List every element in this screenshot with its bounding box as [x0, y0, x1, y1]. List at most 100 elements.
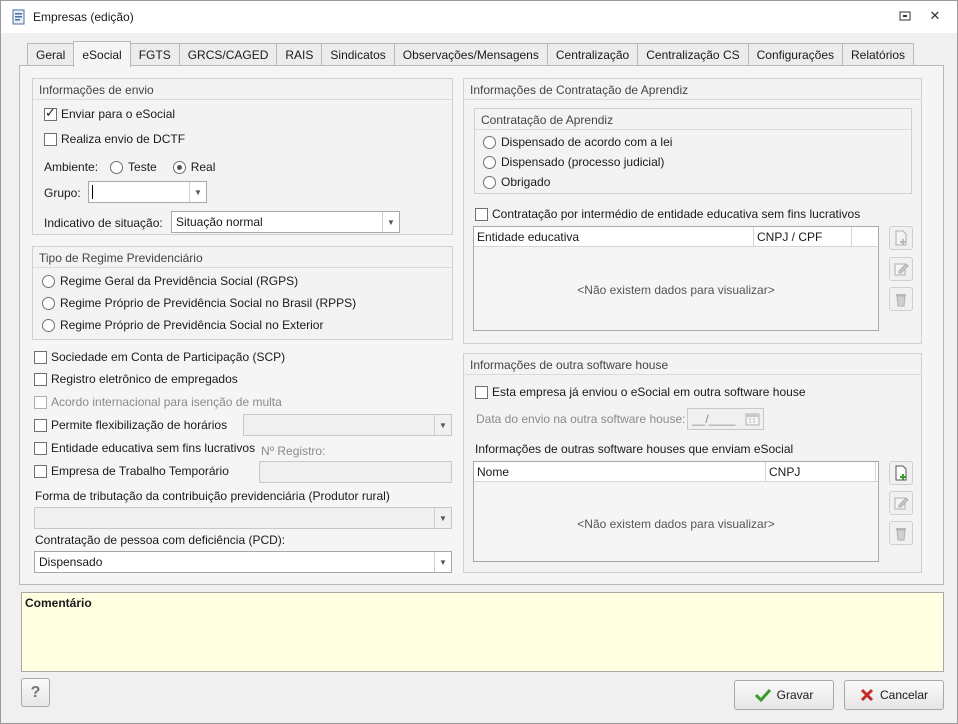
aprendiz-option-judicial[interactable]: Dispensado (processo judicial)	[483, 155, 664, 169]
situacao-select[interactable]: Situação normal ▼	[171, 211, 400, 233]
outras-label: Informações de outras software houses qu…	[475, 442, 794, 456]
save-button[interactable]: Gravar	[734, 680, 834, 710]
scp-checkbox[interactable]	[34, 350, 47, 364]
ambiente-real-radio[interactable]	[172, 160, 186, 174]
save-label: Gravar	[776, 688, 814, 702]
enviar-esocial-checkbox[interactable]	[44, 106, 57, 121]
outras-table-header: Nome CNPJ	[474, 462, 878, 482]
edit-icon	[894, 497, 909, 510]
col-entidade[interactable]: Entidade educativa	[474, 227, 754, 247]
aprendiz-lei-radio[interactable]	[483, 135, 496, 149]
tab-bar: Geral eSocial FGTS GRCS/CAGED RAIS Sindi…	[27, 41, 915, 67]
pcd-value: Dispensado	[39, 555, 103, 569]
window-title: Empresas (edição)	[33, 10, 134, 24]
tab-relatorios[interactable]: Relatórios	[842, 43, 915, 67]
tab-configuracoes[interactable]: Configurações	[747, 43, 843, 67]
registro-input	[259, 461, 452, 483]
tab-observacoes[interactable]: Observações/Mensagens	[393, 43, 548, 67]
tab-geral[interactable]: Geral	[27, 43, 75, 67]
entidade-educativa-checkbox[interactable]	[34, 441, 47, 455]
chevron-down-icon[interactable]: ▼	[382, 212, 399, 232]
scp-row[interactable]: Sociedade em Conta de Participação (SCP)	[34, 350, 285, 364]
delete-software-house-button[interactable]	[889, 521, 913, 545]
add-entidade-button[interactable]	[889, 226, 913, 250]
tab-esocial[interactable]: eSocial	[73, 41, 131, 67]
chevron-down-icon[interactable]: ▼	[434, 552, 451, 572]
intermedio-row[interactable]: Contratação por intermédio de entidade e…	[475, 207, 860, 221]
grupo-select[interactable]: ▼	[88, 181, 207, 203]
trash-icon	[896, 528, 906, 541]
situacao-value: Situação normal	[176, 215, 263, 229]
comment-area[interactable]: Comentário	[21, 592, 944, 672]
cancel-button[interactable]: Cancelar	[844, 680, 944, 710]
data-envio-input: __/____	[687, 408, 764, 430]
dctf-checkbox[interactable]	[44, 132, 57, 146]
chevron-down-icon[interactable]: ▼	[189, 182, 206, 202]
entidade-educativa-label: Entidade educativa sem fins lucrativos	[51, 441, 256, 455]
ambiente-row: Ambiente: Teste Real	[44, 160, 215, 174]
trabalho-temporario-checkbox[interactable]	[34, 464, 47, 478]
regime-rpps-radio[interactable]	[42, 296, 55, 310]
ambiente-teste-radio[interactable]	[110, 160, 124, 174]
enviar-esocial-label: Enviar para o eSocial	[61, 107, 176, 121]
ambiente-real-label: Real	[190, 160, 216, 174]
regime-rgps-radio[interactable]	[42, 274, 55, 288]
tab-sindicatos[interactable]: Sindicatos	[321, 43, 395, 67]
edit-entidade-button[interactable]	[889, 257, 913, 281]
aprendiz-judicial-radio[interactable]	[483, 155, 496, 169]
pcd-select[interactable]: Dispensado ▼	[34, 551, 452, 573]
tributacao-label: Forma de tributação da contribuição prev…	[35, 489, 390, 503]
regime-option-exterior[interactable]: Regime Próprio de Previdência Social no …	[42, 318, 323, 332]
add-document-icon	[895, 465, 907, 481]
intermedio-label: Contratação por intermédio de entidade e…	[492, 207, 861, 221]
regime-option-rgps[interactable]: Regime Geral da Previdência Social (RGPS…	[42, 274, 298, 288]
help-button[interactable]: ?	[21, 678, 50, 707]
restore-icon[interactable]	[898, 9, 912, 23]
delete-entidade-button[interactable]	[889, 287, 913, 311]
col-cnpj[interactable]: CNPJ	[766, 462, 876, 482]
scp-label: Sociedade em Conta de Participação (SCP)	[51, 350, 286, 364]
col-cnpj-cpf[interactable]: CNPJ / CPF	[754, 227, 852, 247]
pcd-label: Contratação de pessoa com deficiência (P…	[35, 533, 286, 547]
tab-fgts[interactable]: FGTS	[129, 43, 180, 67]
aprendiz-option-lei[interactable]: Dispensado de acordo com a lei	[483, 135, 672, 149]
data-envio-value: __/____	[692, 412, 736, 426]
title-bar: Empresas (edição) ✕	[1, 1, 957, 33]
outras-empty-message: <Não existem dados para visualizar>	[577, 517, 775, 531]
comment-label: Comentário	[25, 596, 92, 610]
col-nome[interactable]: Nome	[474, 462, 766, 482]
acordo-internacional-row: Acordo internacional para isenção de mul…	[34, 395, 282, 409]
edit-software-house-button[interactable]	[889, 491, 913, 515]
tab-grcs-caged[interactable]: GRCS/CAGED	[178, 43, 278, 67]
enviar-esocial-row[interactable]: Enviar para o eSocial	[44, 106, 176, 121]
tab-centralizacao[interactable]: Centralização	[546, 43, 639, 67]
trash-icon	[896, 294, 906, 307]
aprendiz-obrigado-label: Obrigado	[501, 175, 551, 189]
registro-eletronico-checkbox[interactable]	[34, 372, 47, 386]
flexibilizacao-row[interactable]: Permite flexibilização de horários	[34, 418, 227, 432]
flexibilizacao-checkbox[interactable]	[34, 418, 47, 432]
registro-eletronico-label: Registro eletrônico de empregados	[51, 372, 238, 386]
add-software-house-button[interactable]	[889, 461, 913, 485]
entidade-empty-message: <Não existem dados para visualizar>	[577, 283, 775, 297]
chevron-down-icon: ▼	[434, 508, 451, 528]
enviou-row[interactable]: Esta empresa já enviou o eSocial em outr…	[475, 385, 806, 399]
enviou-checkbox[interactable]	[475, 385, 488, 399]
registro-label: Nº Registro:	[261, 444, 326, 458]
dctf-row[interactable]: Realiza envio de DCTF	[44, 132, 185, 146]
tab-centralizacao-cs[interactable]: Centralização CS	[637, 43, 749, 67]
aprendiz-option-obrigado[interactable]: Obrigado	[483, 175, 550, 189]
trabalho-temporario-label: Empresa de Trabalho Temporário	[51, 464, 229, 478]
aprendiz-group-title: Informações de Contratação de Aprendiz	[470, 83, 689, 97]
tab-rais[interactable]: RAIS	[276, 43, 323, 67]
regime-exterior-radio[interactable]	[42, 318, 55, 332]
regime-group-title: Tipo de Regime Previdenciário	[39, 251, 203, 265]
close-window-icon[interactable]: ✕	[928, 9, 942, 23]
intermedio-checkbox[interactable]	[475, 207, 488, 221]
regime-option-rpps[interactable]: Regime Próprio de Previdência Social no …	[42, 296, 356, 310]
trabalho-temporario-row[interactable]: Empresa de Trabalho Temporário	[34, 464, 229, 478]
entidade-educativa-row[interactable]: Entidade educativa sem fins lucrativos	[34, 441, 255, 455]
aprendiz-obrigado-radio[interactable]	[483, 175, 496, 189]
registro-eletronico-row[interactable]: Registro eletrônico de empregados	[34, 372, 238, 386]
data-envio-label: Data do envio na outra software house:	[476, 412, 686, 426]
